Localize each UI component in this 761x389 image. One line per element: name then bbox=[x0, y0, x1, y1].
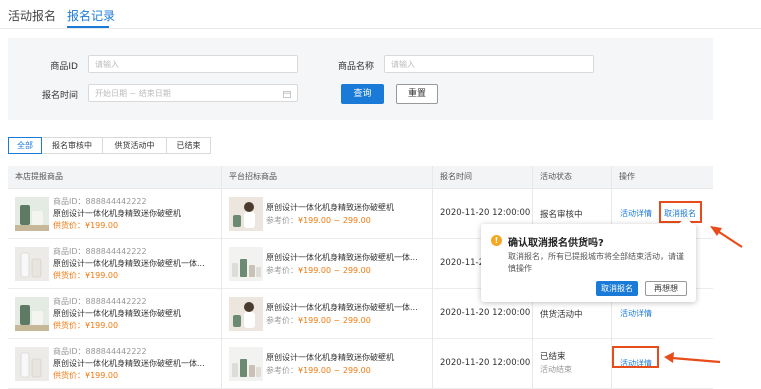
arrow-icon bbox=[664, 352, 721, 364]
status-tab-all[interactable]: 全部 bbox=[8, 137, 42, 154]
arrow-icon bbox=[710, 226, 743, 248]
annotation-arrows bbox=[664, 226, 743, 364]
